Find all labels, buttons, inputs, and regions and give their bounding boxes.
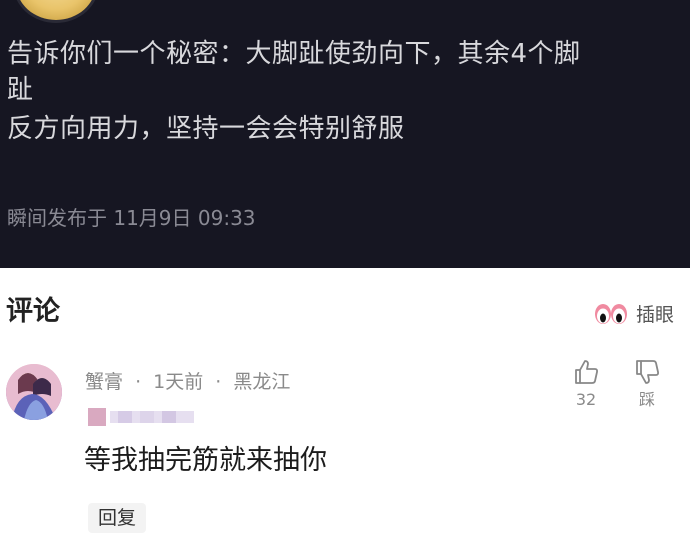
- post-line: 趾: [7, 75, 34, 105]
- bookmark-eyes-button[interactable]: 插眼: [594, 298, 674, 328]
- post-content: 告诉你们一个秘密：大脚趾使劲向下，其余4个脚 趾 反方向用力，坚持一会会特别舒服: [7, 36, 685, 147]
- comments-header: 评论 插眼: [0, 268, 690, 348]
- eyes-icon: [594, 304, 627, 324]
- post-timestamp: 瞬间发布于 11月9日 09:33: [7, 206, 256, 230]
- comment-text: 等我抽完筋就来抽你: [84, 445, 327, 476]
- commenter-avatar[interactable]: [6, 364, 62, 420]
- like-count: 32: [575, 390, 597, 409]
- comments-title: 评论: [6, 296, 60, 327]
- comment-time: 1天前: [153, 371, 204, 393]
- reply-button[interactable]: 回复: [88, 503, 147, 533]
- eyes-label: 插眼: [635, 303, 674, 326]
- post-author-avatar[interactable]: [16, 0, 96, 20]
- post-line: 反方向用力，坚持一会会特别舒服: [7, 114, 405, 144]
- avatar-illustration: [6, 364, 62, 420]
- dislike-label: 踩: [638, 390, 655, 409]
- thumbs-up-icon: [575, 360, 598, 384]
- thumbs-down-icon: [636, 360, 659, 384]
- comment-meta: 蟹膏 · 1天前 · 黑龙江: [85, 369, 290, 395]
- post-line: 告诉你们一个秘密：大脚趾使劲向下，其余4个脚: [7, 39, 581, 69]
- meta-separator: ·: [215, 371, 222, 393]
- meta-separator: ·: [135, 371, 142, 393]
- comment-location: 黑龙江: [233, 371, 291, 393]
- commenter-username[interactable]: 蟹膏: [85, 371, 123, 393]
- dislike-button[interactable]: 踩: [627, 358, 667, 410]
- comment-item: 蟹膏 · 1天前 · 黑龙江 等我抽完筋就来抽你 回复 32 踩: [0, 348, 690, 533]
- like-button[interactable]: 32: [566, 358, 606, 410]
- post-card: 告诉你们一个秘密：大脚趾使劲向下，其余4个脚 趾 反方向用力，坚持一会会特别舒服…: [0, 0, 690, 268]
- blurred-badge-icon: [88, 408, 194, 426]
